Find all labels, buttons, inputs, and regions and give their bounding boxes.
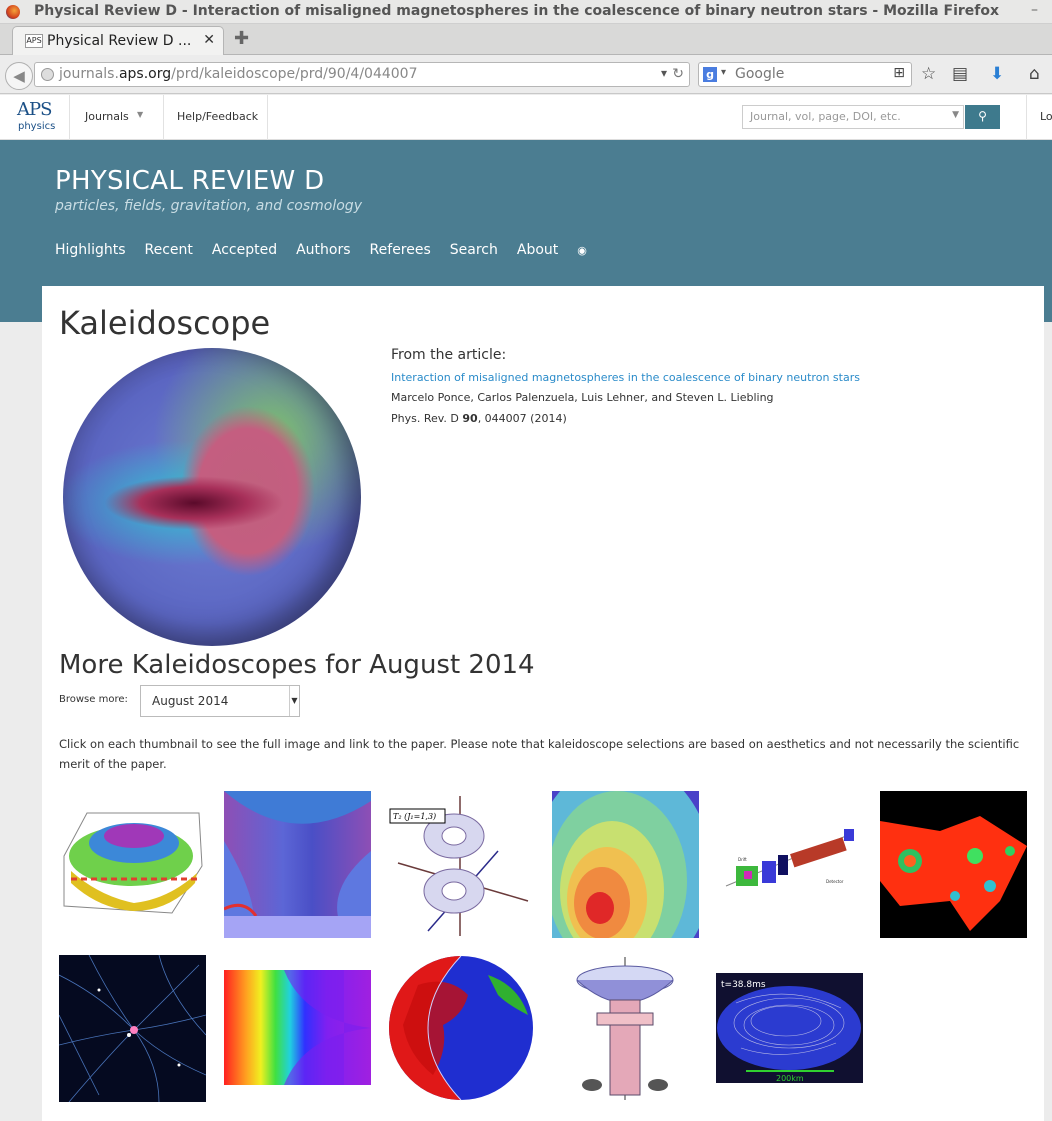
browse-more-label: Browse more: <box>59 694 128 705</box>
journal-nav: Highlights Recent Accepted Authors Referees S… <box>55 239 606 258</box>
binoculars-icon[interactable]: ⊞ <box>893 65 905 81</box>
thumbnail-6[interactable] <box>880 791 1027 938</box>
close-tab-icon[interactable]: ✕ <box>203 32 215 48</box>
more-kaleidoscopes-heading: More Kaleidoscopes for August 2014 <box>59 650 535 680</box>
navigation-toolbar: ◀ journals.aps.org/prd/kaleidoscope/prd/… <box>0 56 1052 94</box>
article-link[interactable]: Interaction of misaligned magnetospheres… <box>391 371 860 384</box>
home-icon[interactable]: ⌂ <box>1029 64 1040 84</box>
nav-authors[interactable]: Authors <box>296 242 350 258</box>
article-authors: Marcelo Ponce, Carlos Palenzuela, Luis L… <box>391 391 774 404</box>
thumbnail-10[interactable] <box>552 955 699 1102</box>
bookmark-star-icon[interactable]: ☆ <box>921 64 936 84</box>
nav-search[interactable]: Search <box>450 242 498 258</box>
journal-title[interactable]: PHYSICAL REVIEW D <box>55 166 324 196</box>
page-title: Kaleidoscope <box>59 304 271 342</box>
browser-search-bar[interactable]: g ▾ Google ⊞ <box>698 62 912 87</box>
thumbnail-2[interactable] <box>224 791 371 938</box>
thumbnail-8[interactable] <box>224 970 371 1085</box>
new-tab-button[interactable]: ✚ <box>234 30 249 48</box>
aps-favicon-icon: APS <box>25 34 43 48</box>
thumbnail-4[interactable] <box>552 791 699 938</box>
svg-text:Drift: Drift <box>738 857 747 862</box>
search-placeholder: Google <box>735 66 785 82</box>
thumbnail-11-time: t=38.8ms <box>721 980 766 990</box>
search-engine-dropdown-icon[interactable]: ▾ <box>721 67 726 78</box>
firefox-icon <box>6 5 20 19</box>
search-dropdown-icon[interactable]: ▼ <box>952 110 959 120</box>
window-title: Physical Review D - Interaction of misal… <box>34 3 1000 19</box>
kaleidoscope-image[interactable] <box>63 348 361 646</box>
search-button[interactable]: ⚲ <box>965 105 1000 129</box>
reload-icon[interactable]: ↻ <box>672 66 684 82</box>
tab-label: Physical Review D ... <box>47 33 192 49</box>
url-bar[interactable]: journals.aps.org/prd/kaleidoscope/prd/90… <box>34 62 690 87</box>
thumbnail-3[interactable]: T₂ (J₁=1,3) <box>388 791 535 938</box>
globe-icon <box>41 68 54 81</box>
thumbnail-note: Click on each thumbnail to see the full … <box>59 737 1020 771</box>
nav-referees[interactable]: Referees <box>370 242 431 258</box>
thumbnail-11-scale: 200km <box>776 1074 804 1083</box>
thumbnail-3-label: T₂ (J₁=1,3) <box>393 812 436 821</box>
svg-text:Detector: Detector <box>826 879 844 884</box>
url-text: journals.aps.org/prd/kaleidoscope/prd/90… <box>59 66 418 82</box>
thumbnail-7[interactable] <box>59 955 206 1102</box>
nav-highlights[interactable]: Highlights <box>55 242 126 258</box>
thumbnail-9[interactable] <box>388 955 535 1102</box>
thumbnail-11[interactable]: t=38.8ms 200km <box>716 973 863 1083</box>
window-titlebar: Physical Review D - Interaction of misal… <box>0 0 1052 24</box>
nav-about[interactable]: About <box>517 242 558 258</box>
downloads-icon[interactable]: ⬇ <box>990 64 1004 84</box>
reading-list-icon[interactable]: ▤ <box>952 64 968 84</box>
url-dropdown-icon[interactable]: ▾ <box>661 66 667 80</box>
chevron-down-icon: ▼ <box>289 686 299 716</box>
aps-logo[interactable]: APS physics <box>14 99 58 135</box>
chevron-down-icon: ▼ <box>137 110 144 119</box>
help-feedback-link[interactable]: Help/Feedback <box>177 110 258 123</box>
login-link[interactable]: Lo <box>1040 110 1052 123</box>
from-article-label: From the article: <box>391 347 507 363</box>
google-icon[interactable]: g <box>703 67 717 82</box>
nav-recent[interactable]: Recent <box>145 242 193 258</box>
article-citation: Phys. Rev. D 90, 044007 (2014) <box>391 412 567 425</box>
rss-icon[interactable]: ◉ <box>577 244 587 257</box>
thumbnail-5[interactable]: Drift Detector <box>716 791 863 938</box>
journal-search-input[interactable]: Journal, vol, page, DOI, etc. ▼ <box>742 105 964 129</box>
nav-accepted[interactable]: Accepted <box>212 242 277 258</box>
journal-subtitle: particles, fields, gravitation, and cosm… <box>55 198 362 214</box>
aps-header: APS physics Journals ▼ Help/Feedback Jou… <box>0 95 1052 140</box>
main-content: Kaleidoscope From the article: Interacti… <box>42 286 1044 1121</box>
back-button[interactable]: ◀ <box>5 62 33 90</box>
minimize-button[interactable]: – <box>1031 2 1038 18</box>
journals-menu[interactable]: Journals <box>85 110 129 123</box>
browse-month-select[interactable]: August 2014 ▼ <box>140 685 300 717</box>
thumbnail-1[interactable] <box>59 791 206 938</box>
tab-bar: APS Physical Review D ... ✕ <box>0 24 1052 55</box>
browser-tab[interactable]: APS Physical Review D ... ✕ <box>12 26 224 55</box>
